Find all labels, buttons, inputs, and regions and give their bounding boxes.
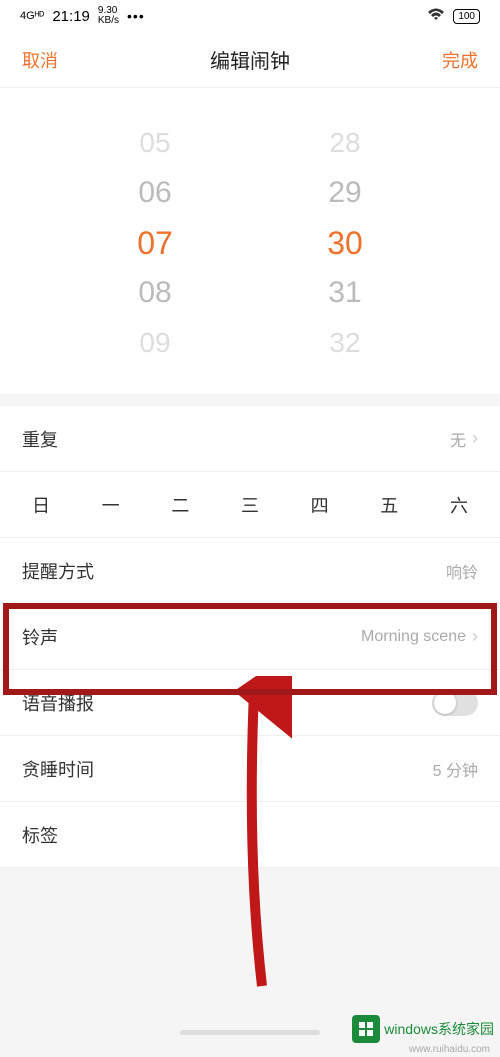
network-indicator: 4Gᴴᴰ (20, 10, 44, 22)
weekday-tue[interactable]: 二 (171, 492, 189, 518)
hour-selected[interactable]: 07 (125, 225, 185, 262)
status-bar: 4Gᴴᴰ 21:19 9.30 KB/s ••• 100 (0, 0, 500, 32)
wifi-icon (427, 8, 445, 25)
reminder-label: 提醒方式 (22, 558, 94, 584)
hour-option[interactable]: 08 (125, 276, 185, 310)
watermark-url: www.ruihaidu.com (409, 1044, 490, 1055)
watermark: windows系统家园 (352, 1015, 494, 1043)
weekday-mon[interactable]: 一 (102, 492, 120, 518)
weekday-thu[interactable]: 四 (311, 492, 329, 518)
ringtone-row[interactable]: 铃声 Morning scene › (0, 604, 500, 670)
repeat-label: 重复 (22, 426, 58, 452)
watermark-text: windows系统家园 (384, 1019, 494, 1039)
watermark-icon (352, 1015, 380, 1043)
cancel-button[interactable]: 取消 (22, 47, 58, 73)
voice-label: 语音播报 (22, 690, 94, 716)
settings-list: 重复 无 › 日 一 二 三 四 五 六 提醒方式 响铃 铃声 Morning … (0, 406, 500, 868)
status-left: 4Gᴴᴰ 21:19 9.30 KB/s ••• (20, 6, 145, 26)
minute-option[interactable]: 29 (315, 176, 375, 210)
nav-bar: 取消 编辑闹钟 完成 (0, 32, 500, 88)
hour-option[interactable]: 06 (125, 176, 185, 210)
hour-option[interactable]: 09 (125, 327, 185, 359)
ringtone-label: 铃声 (22, 624, 58, 650)
minute-option[interactable]: 31 (315, 276, 375, 310)
done-button[interactable]: 完成 (442, 47, 478, 73)
voice-toggle[interactable] (432, 690, 478, 716)
status-right: 100 (427, 8, 480, 25)
snooze-label: 贪睡时间 (22, 756, 94, 782)
weekday-sat[interactable]: 六 (450, 492, 468, 518)
reminder-value: 响铃 (446, 559, 478, 583)
chevron-right-icon: › (472, 428, 478, 449)
snooze-row[interactable]: 贪睡时间 5 分钟 (0, 736, 500, 802)
ringtone-value: Morning scene › (361, 626, 478, 647)
time-picker[interactable]: 05 28 06 29 07 30 08 31 09 32 (0, 88, 500, 394)
tag-label: 标签 (22, 822, 58, 848)
weekday-wed[interactable]: 三 (241, 492, 259, 518)
home-indicator[interactable] (180, 1030, 320, 1035)
status-time: 21:19 (52, 8, 90, 25)
weekday-sun[interactable]: 日 (32, 492, 50, 518)
minute-selected[interactable]: 30 (315, 225, 375, 262)
weekday-row: 日 一 二 三 四 五 六 (0, 472, 500, 538)
minute-option[interactable]: 28 (315, 127, 375, 159)
hour-option[interactable]: 05 (125, 127, 185, 159)
weekday-fri[interactable]: 五 (380, 492, 398, 518)
network-speed: 9.30 KB/s (98, 6, 119, 26)
tag-row[interactable]: 标签 (0, 802, 500, 868)
reminder-row[interactable]: 提醒方式 响铃 (0, 538, 500, 604)
minute-option[interactable]: 32 (315, 327, 375, 359)
battery-indicator: 100 (453, 9, 480, 24)
repeat-value: 无 › (450, 427, 478, 451)
voice-row[interactable]: 语音播报 (0, 670, 500, 736)
page-title: 编辑闹钟 (210, 45, 290, 74)
repeat-row[interactable]: 重复 无 › (0, 406, 500, 472)
chevron-right-icon: › (472, 626, 478, 647)
more-dots: ••• (127, 8, 145, 24)
snooze-value: 5 分钟 (433, 757, 478, 781)
